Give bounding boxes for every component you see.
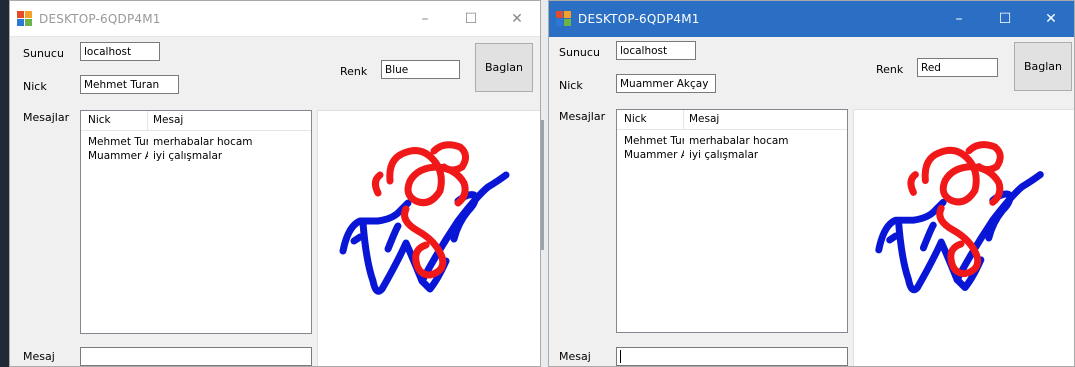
drawing-strokes: [875, 141, 1044, 294]
column-separator[interactable]: [683, 110, 684, 130]
row-nick: Muammer Ak...: [88, 150, 148, 162]
row-mesaj: merhabalar hocam: [153, 136, 253, 148]
nick-label: Nick: [559, 79, 583, 92]
form-client-area: Sunucu localhost Nick Mehmet Turan Renk …: [10, 38, 540, 366]
mesaj-input[interactable]: [616, 347, 848, 366]
sunucu-label: Sunucu: [559, 46, 600, 59]
row-mesaj: iyi çalışmalar: [689, 149, 759, 161]
sunucu-input[interactable]: localhost: [80, 42, 160, 61]
sunucu-label: Sunucu: [23, 47, 64, 60]
minimize-button[interactable]: –: [402, 1, 448, 37]
mesajlar-label: Mesajlar: [559, 110, 606, 123]
column-header-nick[interactable]: Nick: [88, 114, 111, 126]
app-icon: [17, 10, 33, 27]
listview-header: Nick Mesaj: [617, 110, 847, 130]
maximize-button[interactable]: ☐: [448, 1, 494, 37]
column-header-nick[interactable]: Nick: [624, 113, 647, 125]
baglan-button[interactable]: Baglan: [1014, 42, 1072, 91]
mesaj-label: Mesaj: [23, 350, 55, 363]
row-nick: Mehmet Turan: [624, 135, 684, 147]
column-separator[interactable]: [147, 111, 148, 131]
table-row[interactable]: Mehmet Turan merhabalar hocam: [81, 136, 311, 150]
messages-listview[interactable]: Nick Mesaj Mehmet Turan merhabalar hocam…: [616, 109, 848, 333]
nick-input[interactable]: Muammer Akçay: [616, 74, 716, 93]
row-mesaj: iyi çalışmalar: [153, 150, 223, 162]
table-row[interactable]: Muammer Ak... iyi çalışmalar: [617, 149, 847, 163]
renk-label: Renk: [340, 65, 368, 78]
text-caret: [620, 350, 621, 363]
title-bar[interactable]: DESKTOP-6QDP4M1 – ☐ ✕: [549, 1, 1074, 37]
minimize-button[interactable]: –: [936, 1, 982, 37]
nick-input[interactable]: Mehmet Turan: [80, 75, 179, 94]
sunucu-input[interactable]: localhost: [616, 41, 696, 60]
row-nick: Mehmet Turan: [88, 136, 148, 148]
row-mesaj: merhabalar hocam: [689, 135, 789, 147]
title-bar[interactable]: DESKTOP-6QDP4M1 – ☐ ✕: [10, 1, 540, 37]
table-row[interactable]: Mehmet Turan merhabalar hocam: [617, 135, 847, 149]
window-title: DESKTOP-6QDP4M1: [39, 11, 161, 26]
chat-window-left: DESKTOP-6QDP4M1 – ☐ ✕ Sunucu localhost N…: [9, 0, 541, 367]
messages-listview[interactable]: Nick Mesaj Mehmet Turan merhabalar hocam…: [80, 110, 312, 334]
drawing-canvas[interactable]: [853, 109, 1074, 366]
close-button[interactable]: ✕: [1028, 1, 1074, 37]
renk-input[interactable]: Blue: [381, 60, 460, 79]
drawing-strokes: [339, 141, 510, 295]
mesaj-label: Mesaj: [559, 350, 591, 363]
desktop-left-strip: [0, 0, 9, 367]
window-title: DESKTOP-6QDP4M1: [578, 12, 700, 26]
column-header-mesaj[interactable]: Mesaj: [689, 113, 719, 125]
baglan-button[interactable]: Baglan: [475, 43, 533, 92]
form-client-area: Sunucu localhost Nick Muammer Akçay Renk…: [549, 38, 1074, 366]
column-header-mesaj[interactable]: Mesaj: [153, 114, 183, 126]
table-row[interactable]: Muammer Ak... iyi çalışmalar: [81, 150, 311, 164]
nick-label: Nick: [23, 80, 47, 93]
mesajlar-label: Mesajlar: [23, 111, 70, 124]
maximize-button[interactable]: ☐: [982, 1, 1028, 37]
app-icon: [556, 11, 572, 27]
renk-input[interactable]: Red: [917, 58, 998, 77]
listview-header: Nick Mesaj: [81, 111, 311, 131]
chat-window-right: DESKTOP-6QDP4M1 – ☐ ✕ Sunucu localhost N…: [548, 0, 1075, 367]
row-nick: Muammer Ak...: [624, 149, 684, 161]
renk-label: Renk: [876, 63, 904, 76]
drawing-canvas[interactable]: [317, 110, 540, 366]
close-button[interactable]: ✕: [494, 1, 540, 37]
mesaj-input[interactable]: [80, 347, 312, 366]
